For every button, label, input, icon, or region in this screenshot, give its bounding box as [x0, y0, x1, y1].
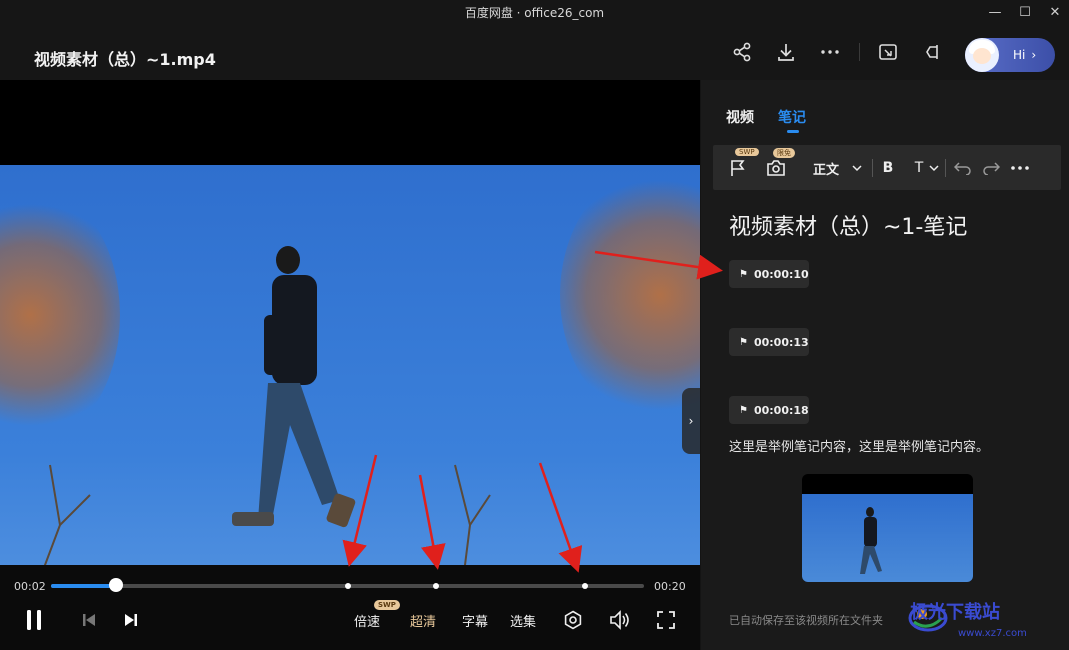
font-button[interactable]: T [911, 157, 927, 179]
toolbar-divider [872, 159, 873, 177]
share-icon[interactable] [730, 40, 754, 64]
swp-badge: SWP [735, 148, 759, 156]
timestamp-chip[interactable]: ⚑ 00:00:13 [729, 328, 809, 356]
download-icon[interactable] [774, 40, 798, 64]
previous-icon[interactable] [78, 609, 100, 631]
fullscreen-icon[interactable] [655, 609, 677, 631]
free-badge: 限免 [773, 148, 795, 158]
autosave-status: 已自动保存至该视频所在文件夹 [729, 614, 883, 627]
close-button[interactable]: ✕ [1039, 0, 1069, 24]
window-title: 百度网盘 · office26_com [464, 6, 605, 20]
settings-icon[interactable] [562, 609, 584, 631]
camera-icon[interactable] [765, 157, 787, 179]
undo-icon[interactable] [953, 157, 973, 179]
chevron-right-icon: › [1031, 48, 1037, 62]
title-bar: 百度网盘 · office26_com — ☐ ✕ [0, 0, 1069, 24]
next-icon[interactable] [120, 609, 142, 631]
note-marker[interactable] [433, 583, 440, 589]
tab-notes[interactable]: 笔记 [778, 107, 806, 127]
note-toolbar: SWP 限免 正文 B T [713, 145, 1061, 190]
active-tab-indicator [787, 130, 799, 133]
toolbar-divider [945, 159, 946, 177]
minimize-button[interactable]: — [979, 0, 1011, 24]
progress-knob[interactable] [109, 578, 124, 592]
bold-button[interactable]: B [880, 157, 896, 179]
timestamp-chip[interactable]: ⚑ 00:00:10 [729, 260, 809, 288]
episodes-button[interactable]: 选集 [508, 609, 538, 631]
progress-fill [51, 584, 117, 588]
video-title: 视频素材（总）~1.mp4 [34, 50, 216, 69]
pause-icon[interactable] [22, 609, 46, 631]
player-controls: 00:02 00:20 倍速 SWP 超清 字幕 选集 [0, 565, 700, 650]
more-icon[interactable] [1009, 157, 1031, 179]
notes-panel: 视频 笔记 SWP 限免 正文 B T 视频素材（总）~1-笔记 ⚑ 00:00… [701, 80, 1069, 650]
pin-window-icon[interactable] [921, 40, 945, 64]
assistant-button[interactable]: Hi › [965, 38, 1055, 72]
avatar [965, 38, 999, 72]
flag-icon: ⚑ [739, 404, 748, 416]
progress-bar[interactable] [51, 578, 644, 592]
subtitle-button[interactable]: 字幕 [460, 609, 490, 631]
flag-icon[interactable] [727, 157, 749, 179]
flag-icon: ⚑ [739, 336, 748, 348]
collapse-panel-button[interactable]: › [682, 388, 700, 454]
redo-icon[interactable] [981, 157, 1001, 179]
watermark-url: www.xz7.com [958, 628, 1027, 639]
more-icon[interactable] [818, 40, 842, 64]
watermark-text: 极光下载站 [910, 602, 1000, 623]
chevron-down-icon[interactable] [929, 157, 939, 179]
flag-icon: ⚑ [739, 268, 748, 280]
note-marker[interactable] [344, 583, 351, 589]
chevron-down-icon[interactable] [851, 157, 863, 179]
maximize-button[interactable]: ☐ [1009, 0, 1041, 24]
screenshot-thumbnail[interactable] [802, 474, 973, 582]
quality-button[interactable]: 超清 [408, 609, 438, 631]
note-text[interactable]: 这里是举例笔记内容，这里是举例笔记内容。 [729, 436, 989, 455]
player-header: 视频素材（总）~1.mp4 Hi › [0, 24, 1069, 80]
header-divider [859, 43, 860, 61]
screen-cast-icon[interactable] [876, 40, 900, 64]
assistant-label: Hi [1013, 48, 1026, 62]
note-title[interactable]: 视频素材（总）~1-笔记 [729, 209, 967, 241]
text-style-dropdown[interactable]: 正文 [811, 157, 841, 179]
swp-badge: SWP [374, 600, 400, 610]
note-marker[interactable] [581, 583, 588, 589]
timestamp-chip[interactable]: ⚑ 00:00:18 [729, 396, 809, 424]
speed-button[interactable]: 倍速 [352, 609, 382, 631]
tab-video[interactable]: 视频 [726, 107, 754, 127]
volume-icon[interactable] [609, 609, 631, 631]
current-time: 00:02 [14, 580, 46, 593]
total-time: 00:20 [654, 580, 686, 593]
